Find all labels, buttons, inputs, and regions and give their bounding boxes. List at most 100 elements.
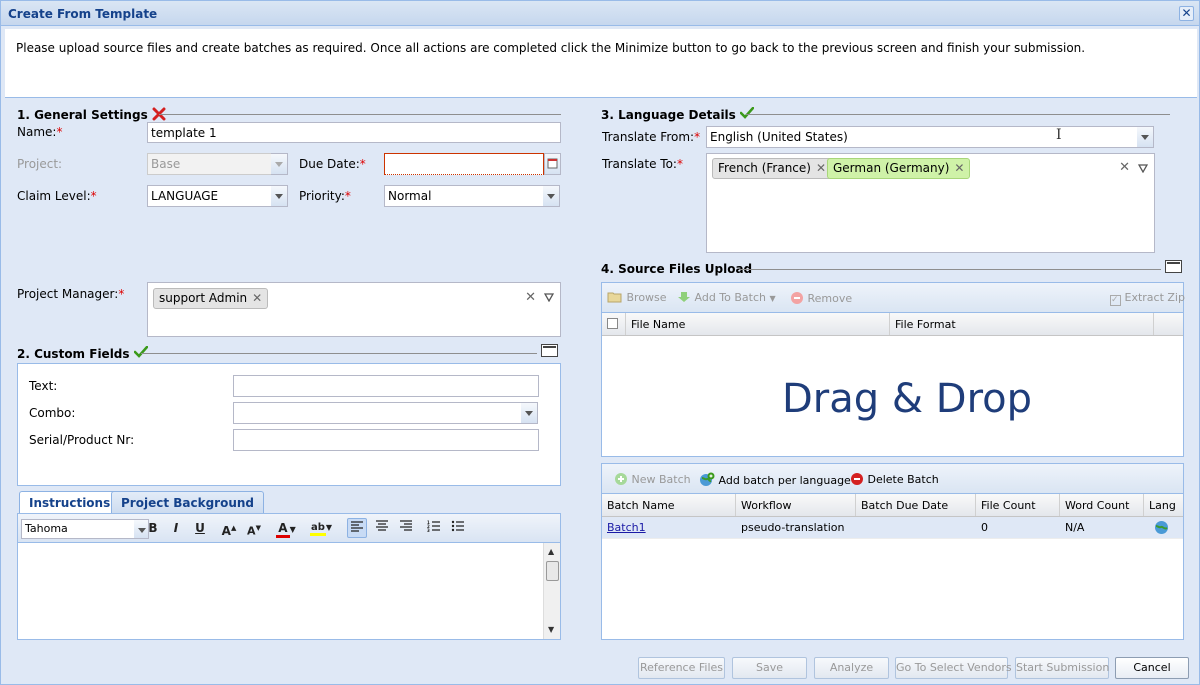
combo-input[interactable] <box>233 402 522 424</box>
editor-toolbar: Tahoma B I U A▲ A▼ A ▼ ab▼ 123 <box>18 514 560 543</box>
select-all-checkbox[interactable] <box>602 313 626 335</box>
batch-name-link[interactable]: Batch1 <box>607 521 646 534</box>
font-select[interactable]: Tahoma <box>21 519 135 539</box>
add-batch-per-language-button[interactable]: Add batch per language <box>699 472 851 488</box>
batch-word-count: N/A <box>1065 521 1085 534</box>
collapse-panel-icon[interactable] <box>1165 260 1182 273</box>
priority-combo[interactable]: Normal <box>384 185 544 207</box>
col-workflow[interactable]: Workflow <box>736 494 856 516</box>
scroll-up-icon[interactable]: ▲ <box>548 547 554 556</box>
valid-check-icon <box>133 345 148 358</box>
lang-tag-german[interactable]: German (Germany) ✕ <box>827 158 971 179</box>
serial-input[interactable] <box>233 429 539 451</box>
scroll-down-icon[interactable]: ▼ <box>548 625 554 634</box>
browse-button[interactable]: Browse <box>607 291 667 304</box>
name-input[interactable]: template 1 <box>147 122 561 143</box>
remove-tag-icon[interactable]: ✕ <box>816 161 826 175</box>
shrink-font-icon[interactable]: A▼ <box>244 518 264 538</box>
cancel-button[interactable]: Cancel <box>1115 657 1189 679</box>
extract-zip-checkbox[interactable]: ✓ Extract Zip <box>1110 291 1185 306</box>
drag-drop-text[interactable]: Drag & Drop <box>782 376 1032 422</box>
remove-tag-icon[interactable]: ✕ <box>252 291 262 305</box>
source-files-divider <box>739 269 1161 270</box>
folder-icon <box>607 292 622 303</box>
align-right-icon[interactable] <box>396 518 416 538</box>
batch-toolbar: New Batch Add batch per language Delete … <box>602 464 1183 494</box>
scroll-thumb[interactable] <box>546 561 559 581</box>
col-file-format[interactable]: File Format <box>890 313 1154 335</box>
translate-to-tagfield[interactable]: French (France) ✕ German (Germany) ✕ ✕ <box>706 153 1155 253</box>
editor-scrollbar[interactable]: ▲ ▼ <box>543 543 560 639</box>
custom-fields-panel: Text: Combo: Serial/Product Nr: <box>17 363 561 486</box>
close-icon[interactable]: ✕ <box>1179 6 1194 21</box>
table-row[interactable]: Batch1 pseudo-translation 0 N/A <box>602 517 1183 539</box>
remove-tag-icon[interactable]: ✕ <box>954 161 964 175</box>
clear-icon[interactable]: ✕ <box>1119 160 1130 175</box>
claim-level-combo[interactable]: LANGUAGE <box>147 185 272 207</box>
project-combo: Base <box>147 153 272 175</box>
start-submission-button[interactable]: Start Submission <box>1015 657 1109 679</box>
text-input[interactable] <box>233 375 539 397</box>
project-manager-label: Project Manager:* <box>17 287 125 301</box>
tab-instructions[interactable]: Instructions <box>19 491 121 514</box>
grow-font-icon[interactable]: A▲ <box>219 518 239 538</box>
claim-level-label: Claim Level:* <box>17 189 97 203</box>
font-color-icon[interactable]: A ▼ <box>273 518 299 538</box>
priority-dropdown-trigger[interactable] <box>543 185 560 207</box>
combo-dropdown-trigger[interactable] <box>521 402 538 424</box>
due-date-input[interactable] <box>384 153 544 175</box>
analyze-button[interactable]: Analyze <box>814 657 889 679</box>
highlight-color-icon[interactable]: ab▼ <box>307 518 335 538</box>
collapse-panel-icon[interactable] <box>541 344 558 357</box>
project-manager-tagfield[interactable]: support Admin ✕ ✕ <box>147 282 561 337</box>
col-file-count[interactable]: File Count <box>976 494 1060 516</box>
plus-circle-icon <box>615 473 627 485</box>
name-label: Name:* <box>17 125 63 139</box>
new-batch-button[interactable]: New Batch <box>614 472 691 486</box>
expand-triangle-icon[interactable] <box>1138 164 1148 173</box>
instructions-textarea[interactable] <box>18 543 543 639</box>
ordered-list-icon[interactable]: 123 <box>424 518 444 538</box>
clear-icon[interactable]: ✕ <box>525 290 536 305</box>
col-word-count[interactable]: Word Count <box>1060 494 1144 516</box>
reference-files-button[interactable]: Reference Files <box>638 657 725 679</box>
batch-workflow: pseudo-translation <box>741 521 845 534</box>
upload-toolbar: Browse Add To Batch ▼ Remove ✓ Extract Z… <box>602 283 1185 313</box>
col-batch-due-date[interactable]: Batch Due Date <box>856 494 976 516</box>
expand-triangle-icon[interactable] <box>544 293 554 302</box>
add-to-batch-button[interactable]: Add To Batch ▼ <box>677 291 776 304</box>
batch-grid-header: Batch Name Workflow Batch Due Date File … <box>602 494 1183 517</box>
align-left-icon[interactable] <box>347 518 367 538</box>
window-titlebar: Create From Template ✕ <box>1 1 1199 26</box>
pm-tag-support-admin[interactable]: support Admin ✕ <box>153 288 269 309</box>
custom-fields-divider <box>141 353 537 354</box>
intro-panel: Please upload source files and create ba… <box>5 29 1197 98</box>
bold-button[interactable]: B <box>145 518 161 538</box>
translate-from-combo[interactable]: English (United States) <box>706 126 1138 148</box>
language-details-title: 3. Language Details <box>601 106 755 122</box>
save-button[interactable]: Save <box>732 657 807 679</box>
tab-project-background[interactable]: Project Background <box>111 491 265 513</box>
col-batch-name[interactable]: Batch Name <box>602 494 736 516</box>
claim-level-dropdown-trigger[interactable] <box>271 185 288 207</box>
language-details-label: 3. Language Details <box>601 108 736 122</box>
project-dropdown-trigger <box>271 153 288 175</box>
unordered-list-icon[interactable] <box>448 518 468 538</box>
project-label: Project: <box>17 157 63 171</box>
calendar-icon[interactable] <box>544 153 561 175</box>
due-date-label: Due Date:* <box>299 157 366 171</box>
lang-tag-french[interactable]: French (France) ✕ <box>712 158 833 179</box>
serial-label: Serial/Product Nr: <box>29 433 135 447</box>
col-lang[interactable]: Lang <box>1144 494 1183 516</box>
underline-button[interactable]: U <box>192 518 208 538</box>
italic-button[interactable]: I <box>168 518 184 538</box>
translate-from-dropdown-trigger[interactable] <box>1137 126 1154 148</box>
align-center-icon[interactable] <box>372 518 392 538</box>
remove-button[interactable]: Remove <box>790 291 852 305</box>
delete-batch-button[interactable]: Delete Batch <box>850 472 939 486</box>
instructions-editor: Tahoma B I U A▲ A▼ A ▼ ab▼ 123 ▲ ▼ <box>17 513 561 640</box>
go-to-select-vendors-button[interactable]: Go To Select Vendors <box>895 657 1012 679</box>
globe-icon[interactable] <box>1154 520 1169 535</box>
window-title: Create From Template <box>8 7 158 21</box>
col-file-name[interactable]: File Name <box>626 313 890 335</box>
